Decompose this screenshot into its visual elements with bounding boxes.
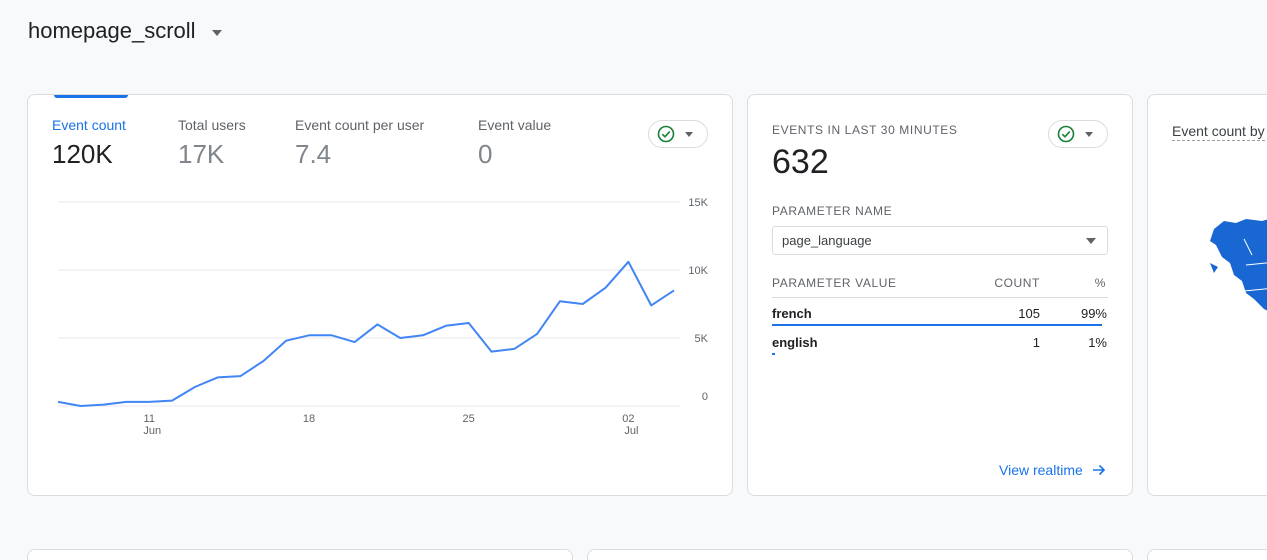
- x-tick-sublabel: Jul: [624, 425, 638, 437]
- page-title: homepage_scroll: [28, 18, 196, 43]
- x-tick-label: 18: [303, 413, 315, 425]
- column-header-percent: %: [1094, 276, 1106, 290]
- parameter-name-select[interactable]: page_language: [772, 226, 1108, 255]
- view-realtime-label: View realtime: [999, 462, 1083, 478]
- x-tick-sublabel: Jun: [143, 425, 161, 437]
- y-tick-label: 0: [702, 391, 708, 403]
- map-card-title[interactable]: Event count by: [1172, 123, 1265, 141]
- title-dropdown-icon[interactable]: [211, 29, 222, 36]
- row-share-bar: [772, 353, 775, 355]
- x-tick-label: 11: [144, 413, 155, 425]
- chevron-down-icon: [1085, 131, 1093, 137]
- column-header-parameter-value: PARAMETER VALUE: [772, 276, 897, 290]
- row-parameter-value: french: [772, 306, 812, 321]
- arrow-right-icon: [1092, 464, 1105, 476]
- realtime-title: EVENTS IN LAST 30 MINUTES: [772, 123, 958, 137]
- parameter-name-label: PARAMETER NAME: [772, 204, 893, 218]
- event-count-line-chart: 15K 10K 5K 0 11Jun 18 25 02Jul: [57, 197, 709, 437]
- row-percent: 1%: [1088, 335, 1107, 350]
- table-divider: [772, 297, 1108, 298]
- title-row: homepage_scroll: [28, 18, 222, 44]
- event-count-by-country-card: Event count by: [1147, 94, 1267, 496]
- bottom-card-1: [27, 549, 573, 560]
- row-share-bar: [772, 324, 1102, 326]
- x-tick-label: 25: [463, 413, 475, 425]
- realtime-card: EVENTS IN LAST 30 MINUTES 632 PARAMETER …: [747, 94, 1133, 496]
- view-realtime-link[interactable]: View realtime: [999, 462, 1106, 478]
- world-map: [1210, 219, 1267, 311]
- y-tick-label: 10K: [688, 265, 708, 277]
- bottom-card-2: [587, 549, 1133, 560]
- event-count-card: Event count 120K Total users 17K Event c…: [27, 94, 733, 496]
- series-line: [57, 260, 675, 407]
- y-tick-label: 5K: [695, 333, 709, 345]
- y-tick-label: 15K: [688, 197, 708, 209]
- row-count: 105: [1018, 306, 1040, 321]
- bottom-card-3: [1147, 549, 1267, 560]
- realtime-status-button[interactable]: [1048, 120, 1108, 148]
- x-tick-label: 02: [622, 413, 634, 425]
- row-percent: 99%: [1080, 306, 1107, 321]
- row-parameter-value: english: [772, 335, 818, 350]
- realtime-count: 632: [772, 143, 829, 181]
- parameter-name-value: page_language: [782, 233, 872, 248]
- row-count: 1: [1032, 335, 1040, 350]
- dropdown-arrow-icon: [1086, 238, 1096, 244]
- column-header-count: COUNT: [994, 276, 1040, 290]
- check-circle-icon: [1057, 125, 1075, 143]
